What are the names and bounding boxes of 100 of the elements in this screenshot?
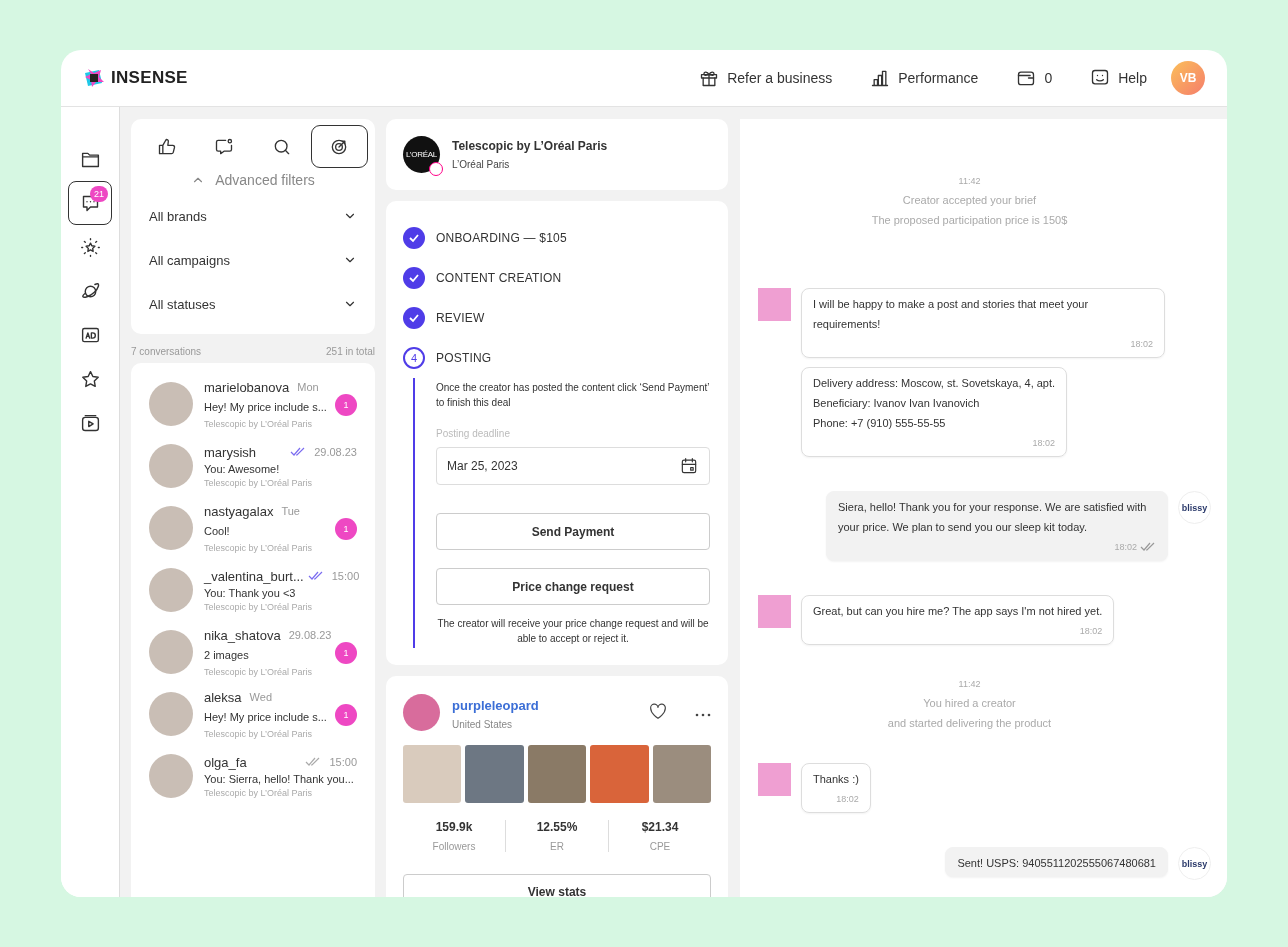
message-bubble: Sent! USPS: 9405511202555067480681 bbox=[945, 847, 1168, 877]
message-preview: You: Awesome! bbox=[204, 462, 280, 475]
avatar-photo bbox=[149, 444, 193, 488]
action-button[interactable]: Send Payment bbox=[436, 513, 710, 550]
date-field[interactable]: Mar 25, 2023 bbox=[436, 447, 710, 485]
contact-name: aleksa bbox=[204, 689, 242, 705]
contact-name: marielobanova bbox=[204, 379, 290, 395]
calendar-icon bbox=[679, 456, 699, 476]
system-message: Creator accepted your brief bbox=[902, 194, 1037, 206]
message-preview: Hey! My price include s... bbox=[204, 710, 327, 723]
advanced-filters-toggle[interactable]: Advanced filters bbox=[138, 168, 368, 194]
avatar-photo bbox=[149, 568, 193, 612]
campaign-name: Telescopic by L’Oréal Paris bbox=[204, 666, 314, 677]
photo-placeholder bbox=[465, 745, 524, 803]
brand-logo: L’ORÉAL bbox=[403, 136, 440, 173]
filter-tab[interactable] bbox=[310, 125, 368, 168]
message-bubble: I will be happy to make a post and stories that meet your requirements! 18:02 bbox=[801, 288, 1165, 358]
contact-name: olga_fa bbox=[204, 754, 247, 770]
conversation-item[interactable]: _valentina_burt... 15:00 You: Thank you <3 Telescopic by L’Oréal Paris bbox=[149, 559, 357, 621]
conversation-item[interactable]: olga_fa 15:00 You: Sierra, hello! Thank you... Telescopic by L’Oréal Paris bbox=[149, 745, 357, 807]
contact-name: _valentina_burt... bbox=[204, 568, 304, 584]
conversation-item[interactable]: aleksa Wed Hey! My price include s... 1 Telescopic by L’Oréal Paris bbox=[149, 683, 357, 745]
stat-value: 12.55% bbox=[535, 820, 579, 834]
campaign-name: Telescopic by L’Oréal Paris bbox=[204, 787, 314, 798]
message-time: Mon bbox=[297, 381, 319, 393]
campaign-name: Telescopic by L’Oréal Paris bbox=[204, 728, 314, 739]
message-preview: You: Sierra, hello! Thank you... bbox=[204, 772, 354, 785]
step-number: 4 bbox=[403, 347, 425, 369]
message-preview: You: Thank you <3 bbox=[204, 586, 296, 599]
conversation-item[interactable]: nika_shatova 29.08.23 2 images 1 Telescopic by L’Oréal Paris bbox=[149, 621, 357, 683]
photo-placeholder bbox=[527, 745, 587, 803]
nav-link[interactable]: Performance bbox=[870, 68, 979, 88]
filter-dropdown[interactable]: All statuses bbox=[138, 282, 368, 326]
avatar-photo bbox=[149, 382, 193, 426]
system-message: The proposed participation price is 150$ bbox=[871, 214, 1068, 226]
help-icon bbox=[1090, 68, 1111, 88]
count-badge: 21 bbox=[90, 186, 108, 202]
message-time: 18:02 bbox=[1114, 541, 1137, 554]
avatar-photo bbox=[149, 630, 193, 674]
system-message: You hired a creator bbox=[923, 697, 1016, 709]
video-icon bbox=[79, 412, 101, 434]
campaign-name: Telescopic by L’Oréal Paris bbox=[204, 542, 314, 553]
logo-icon bbox=[83, 67, 105, 89]
system-time: 11:42 bbox=[958, 176, 981, 186]
contact-name: nastyagalax bbox=[204, 503, 274, 519]
conversation-item[interactable]: marysish 29.08.23 You: Awesome! Telescopic by L’Oréal Paris bbox=[149, 435, 357, 497]
heart-icon bbox=[647, 700, 669, 722]
filter-dropdown[interactable]: All campaigns bbox=[138, 238, 368, 282]
action-button[interactable]: Price change request bbox=[436, 568, 710, 605]
unread-badge: 1 bbox=[335, 641, 357, 664]
nav-link[interactable]: Help bbox=[1090, 68, 1147, 88]
unread-badge: 1 bbox=[335, 703, 357, 726]
message-time: Wed bbox=[249, 691, 272, 703]
message-time: 18:02 bbox=[836, 793, 859, 806]
campaign-name: Telescopic by L’Oréal Paris bbox=[204, 601, 314, 612]
conversation-item[interactable]: marielobanova Mon Hey! My price include s... 1 Telescopic by L’Oréal Paris bbox=[149, 373, 357, 435]
message-time: 15:00 bbox=[329, 756, 357, 768]
photo-placeholder bbox=[652, 745, 712, 803]
stat-label: CPE bbox=[648, 841, 672, 852]
conversation-item[interactable]: nastyagalax Tue Cool! 1 Telescopic by L’Oréal Paris bbox=[149, 497, 357, 559]
message-time: 29.08.23 bbox=[288, 629, 332, 641]
photo-placeholder bbox=[590, 745, 649, 803]
avatar-photo bbox=[403, 694, 440, 731]
campaign-title: Telescopic by L’Oréal Paris bbox=[452, 139, 608, 153]
comment-icon bbox=[214, 136, 235, 157]
message-bubble: Great, but can you hire me? The app says I'm not hired yet. 18:02 bbox=[801, 595, 1115, 645]
stat-value: 159.9k bbox=[434, 820, 474, 834]
system-message: and started delivering the product bbox=[887, 717, 1052, 729]
star-icon bbox=[79, 368, 101, 390]
creator-name-link[interactable]: purpleleopard bbox=[452, 697, 539, 713]
field-label: Posting deadline bbox=[436, 428, 511, 439]
logo-text: INSENSE bbox=[111, 68, 188, 88]
campaign-name: Telescopic by L’Oréal Paris bbox=[204, 477, 314, 488]
avatar-photo bbox=[149, 754, 193, 798]
message-time: 18:02 bbox=[1130, 338, 1153, 351]
message-time: 15:00 bbox=[331, 570, 360, 582]
avatar-photo bbox=[149, 506, 193, 550]
message-time: 18:02 bbox=[1032, 437, 1056, 450]
nav-link[interactable]: 0 bbox=[1016, 68, 1053, 88]
filter-dropdown[interactable]: All brands bbox=[138, 194, 368, 238]
system-time: 11:42 bbox=[958, 679, 981, 689]
total-count: 251 in total bbox=[326, 346, 375, 357]
thumbs-up-icon bbox=[156, 136, 177, 157]
avatar-photo bbox=[149, 692, 193, 736]
bar-chart-icon bbox=[870, 68, 891, 88]
ellipsis-icon bbox=[695, 713, 711, 717]
unread-badge: 1 bbox=[335, 517, 357, 540]
message-time: 29.08.23 bbox=[314, 446, 357, 458]
sparkle-star-icon bbox=[79, 236, 101, 258]
step-label: CONTENT CREATION bbox=[436, 271, 562, 285]
message-bubble: Thanks :) 18:02 bbox=[801, 763, 871, 813]
gift-icon bbox=[699, 68, 720, 88]
step-label: ONBOARDING — $105 bbox=[436, 231, 567, 245]
conversation-count: 7 conversations bbox=[131, 346, 202, 357]
message-time: 18:02 bbox=[1079, 625, 1103, 638]
nav-link[interactable]: Refer a business bbox=[699, 68, 833, 88]
photo-placeholder bbox=[403, 745, 462, 803]
view-stats-button[interactable]: View stats bbox=[403, 874, 711, 897]
step-label: REVIEW bbox=[436, 311, 485, 325]
creator-country: United States bbox=[452, 718, 514, 730]
